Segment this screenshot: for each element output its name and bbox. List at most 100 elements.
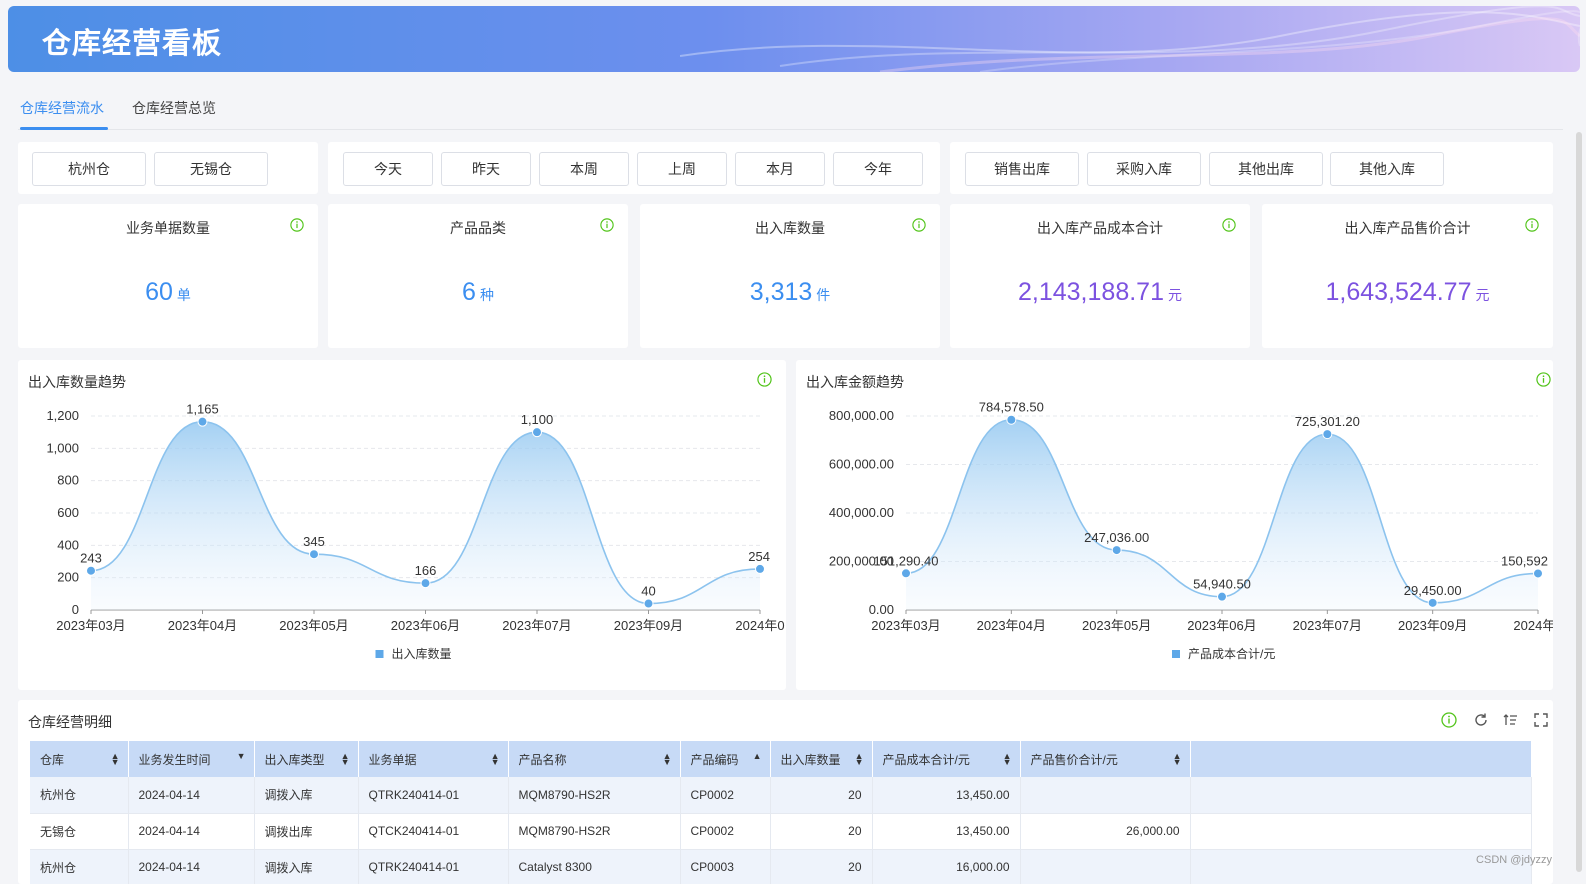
- filter-warehouse-wuxi[interactable]: 无锡仓: [154, 152, 268, 186]
- active-tab-indicator: [20, 127, 108, 130]
- filter-purchase-inbound[interactable]: 采购入库: [1087, 152, 1201, 186]
- filter-this-year[interactable]: 今年: [833, 152, 923, 186]
- table-cell: CP0002: [680, 777, 771, 814]
- data-label: 151,290.40: [873, 553, 938, 568]
- filter-this-month[interactable]: 本月: [735, 152, 825, 186]
- kpi-value: 6种: [328, 278, 628, 307]
- legend-swatch: [1172, 650, 1180, 658]
- column-header-label: 产品名称: [518, 752, 567, 767]
- table-row[interactable]: 无锡仓 2024-04-14 调拨出库 QTCK240414-01 MQM8790-HS…: [30, 813, 1532, 850]
- tab-operation-flow[interactable]: 仓库经营流水: [20, 98, 104, 118]
- filter-today[interactable]: 今天: [343, 152, 433, 186]
- quantity-trend-card: 出入库数量趋势 0 200 400 600 800 1,000 1,200 2023年03月 2…: [18, 360, 786, 690]
- filter-yesterday[interactable]: 昨天: [441, 152, 531, 186]
- column-header[interactable]: 仓库 ▲ ▼: [30, 741, 129, 777]
- page-scrollbar[interactable]: [1576, 132, 1582, 872]
- x-tick-label: 2023年05月: [1082, 618, 1151, 633]
- table-cell: QTCK240414-01: [358, 813, 509, 850]
- sort-icon[interactable]: ▲ ▼: [1003, 752, 1012, 767]
- data-label: 1,165: [186, 402, 219, 417]
- sort-icon[interactable]: ▼: [237, 752, 246, 761]
- kpi-number: 3,313: [749, 278, 813, 306]
- x-tick-label: 2023年03月: [871, 618, 940, 633]
- table-cell: QTRK240414-01: [358, 849, 509, 884]
- data-label: 345: [303, 534, 325, 549]
- table-cell: 调拨入库: [254, 849, 359, 884]
- kpi-number: 6: [462, 278, 476, 306]
- info-icon[interactable]: [1222, 218, 1236, 232]
- table-row[interactable]: 杭州仓 2024-04-14 调拨入库 QTRK240414-01 MQM8790-HS…: [30, 777, 1532, 814]
- refresh-icon[interactable]: [1473, 712, 1489, 728]
- watermark: CSDN @jdyzzy: [1476, 854, 1552, 866]
- warehouse-filter-panel: 杭州仓 无锡仓: [18, 142, 318, 194]
- y-tick-label: 600,000.00: [829, 457, 894, 472]
- x-tick-label: 2023年07月: [502, 618, 571, 633]
- sort-icon[interactable]: ▲ ▼: [663, 752, 672, 767]
- data-label: 254: [748, 549, 770, 564]
- tab-operation-overview[interactable]: 仓库经营总览: [132, 98, 216, 118]
- data-label: 40: [641, 584, 655, 599]
- kpi-value: 3,313 件: [640, 278, 940, 307]
- info-icon[interactable]: [912, 218, 926, 232]
- sort-icon[interactable]: ▲ ▼: [111, 752, 120, 767]
- detail-table-title: 仓库经营明细: [28, 714, 112, 730]
- kpi-label: 出入库产品售价合计: [1344, 220, 1471, 236]
- data-point: [643, 598, 654, 609]
- sort-icon[interactable]: ▲ ▼: [1173, 752, 1182, 767]
- column-header[interactable]: 出入库类型 ▲ ▼: [254, 741, 359, 777]
- x-tick-label: 2023年06月: [391, 618, 460, 633]
- x-tick-label: 2024年0: [735, 618, 784, 633]
- filter-other-outbound[interactable]: 其他出库: [1209, 152, 1323, 186]
- column-header[interactable]: 出入库数量 ▲ ▼: [770, 741, 873, 777]
- table-cell: 16,000.00: [872, 849, 1021, 884]
- sort-icon[interactable]: ▲ ▼: [491, 752, 500, 767]
- data-point: [1006, 414, 1017, 425]
- column-header[interactable]: 业务发生时间 ▼: [128, 741, 255, 777]
- kpi-number: 2,143,188.71: [1018, 278, 1164, 306]
- info-icon[interactable]: [1441, 712, 1457, 728]
- fullscreen-icon[interactable]: [1533, 712, 1549, 728]
- filter-warehouse-hangzhou[interactable]: 杭州仓: [32, 152, 146, 186]
- kpi-value: 60 单: [18, 278, 318, 307]
- table-cell: [1020, 777, 1191, 814]
- info-icon[interactable]: [290, 218, 304, 232]
- column-header[interactable]: 产品售价合计/元 ▲ ▼: [1020, 741, 1191, 777]
- data-point: [1533, 568, 1543, 579]
- kpi-value: 1,643,524.77 元: [1262, 278, 1553, 307]
- data-point: [755, 563, 765, 574]
- filter-this-week[interactable]: 本周: [539, 152, 629, 186]
- data-point: [309, 549, 319, 560]
- kpi-unit: 元: [1475, 287, 1490, 303]
- table-cell-filler: [1190, 777, 1532, 814]
- sort-icon[interactable]: ▲ ▼: [855, 752, 864, 767]
- sort-icon[interactable]: ▲ ▼: [341, 752, 350, 767]
- column-header[interactable]: 产品成本合计/元 ▲ ▼: [872, 741, 1021, 777]
- sort-list-icon[interactable]: [1503, 712, 1519, 728]
- x-tick-label: 2023年09月: [1398, 618, 1467, 633]
- table-row[interactable]: 杭州仓 2024-04-14 调拨入库 QTRK240414-01 Catalyst 8…: [30, 849, 1532, 884]
- kpi-unit: 单: [176, 287, 191, 303]
- info-icon[interactable]: [1525, 218, 1539, 232]
- data-label: 725,301.20: [1295, 414, 1360, 429]
- filter-last-week[interactable]: 上周: [637, 152, 727, 186]
- column-header[interactable]: 产品名称 ▲ ▼: [508, 741, 681, 777]
- sort-icon[interactable]: ▲: [753, 752, 762, 761]
- filter-sales-outbound[interactable]: 销售出库: [965, 152, 1079, 186]
- column-header-label: 出入库数量: [780, 752, 841, 767]
- data-label: 150,592: [1501, 553, 1548, 568]
- info-icon[interactable]: [600, 218, 614, 232]
- column-header[interactable]: 业务单据 ▲ ▼: [358, 741, 509, 777]
- data-label: 29,450.00: [1404, 583, 1462, 598]
- kpi-number: 1,643,524.77: [1325, 278, 1472, 306]
- y-tick-label: 0.00: [869, 602, 894, 617]
- kpi-label: 出入库产品成本合计: [1037, 220, 1163, 236]
- column-header[interactable]: 产品编码 ▲: [680, 741, 771, 777]
- page-title: 仓库经营看板: [42, 28, 223, 60]
- column-header-label: 业务发生时间: [138, 752, 211, 767]
- data-point: [197, 416, 208, 427]
- filter-other-inbound[interactable]: 其他入库: [1330, 152, 1444, 186]
- kpi-unit: 种: [479, 287, 494, 303]
- column-header-label: 产品成本合计/元: [882, 752, 970, 767]
- data-label: 1,100: [521, 412, 554, 427]
- table-cell: 13,450.00: [872, 813, 1021, 850]
